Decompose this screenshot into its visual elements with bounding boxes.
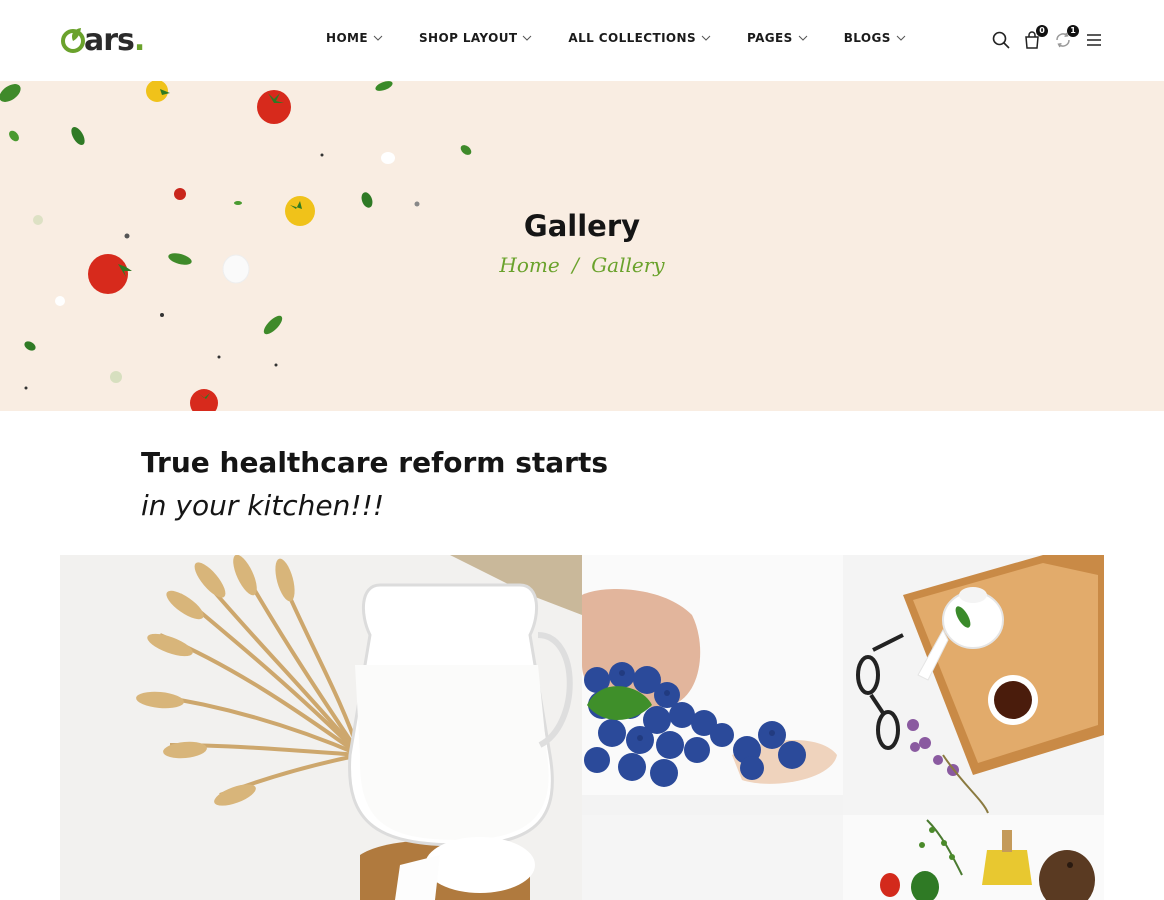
menu-button[interactable]	[1084, 30, 1104, 50]
gallery-image-olive-oil[interactable]	[582, 815, 1104, 900]
gallery-image-milk-jug[interactable]	[60, 555, 582, 900]
gallery-image-blueberries[interactable]	[582, 555, 843, 815]
page-hero-banner: Gallery Home / Gallery	[0, 81, 1164, 411]
nav-item-pages[interactable]: PAGES	[747, 31, 808, 45]
gallery-grid	[60, 555, 1104, 900]
nav-item-all-collections[interactable]: ALL COLLECTIONS	[568, 31, 711, 45]
breadcrumb-home-link[interactable]: Home	[499, 253, 559, 277]
nav-label: SHOP LAYOUT	[418, 31, 518, 45]
breadcrumb-current: Gallery	[591, 253, 665, 277]
compare-count-badge: 1	[1067, 25, 1079, 37]
tea-tray-photo	[843, 555, 1104, 815]
nav-label: BLOGS	[843, 31, 891, 45]
chevron-down-icon	[896, 35, 906, 41]
search-button[interactable]	[991, 30, 1011, 50]
nav-item-blogs[interactable]: BLOGS	[844, 31, 906, 45]
site-logo[interactable]: ars.	[60, 20, 145, 60]
header-actions: 0 1	[980, 25, 1104, 50]
gallery-image-tea-tray[interactable]	[843, 555, 1104, 815]
nav-label: PAGES	[747, 31, 793, 45]
breadcrumb-separator: /	[572, 253, 579, 277]
page-title: Gallery	[523, 209, 641, 243]
hamburger-menu-icon	[1087, 34, 1101, 46]
chevron-down-icon	[701, 35, 711, 41]
intro-heading: True healthcare reform starts	[141, 446, 609, 479]
intro-subheading: in your kitchen!!!	[141, 489, 385, 522]
decorative-produce-illustration	[0, 81, 472, 411]
olive-oil-herbs-photo	[582, 815, 1104, 900]
logo-text: ars.	[84, 22, 145, 58]
compare-button[interactable]: 1	[1053, 25, 1079, 50]
main-nav: HOME SHOP LAYOUT ALL COLLECTIONS PAGES B…	[326, 31, 942, 45]
cart-button[interactable]: 0	[1022, 25, 1048, 50]
nav-label: HOME	[326, 31, 368, 45]
site-header: ars. HOME SHOP LAYOUT ALL COLLECTIONS PA…	[0, 0, 1164, 82]
chevron-down-icon	[523, 35, 532, 41]
search-icon	[992, 31, 1010, 49]
nav-item-shop-layout[interactable]: SHOP LAYOUT	[419, 31, 532, 45]
milk-jug-wheat-photo	[60, 555, 582, 900]
breadcrumb: Home / Gallery	[0, 253, 1164, 277]
nav-item-home[interactable]: HOME	[326, 31, 383, 45]
nav-label: ALL COLLECTIONS	[568, 31, 697, 45]
cart-count-badge: 0	[1036, 25, 1048, 37]
blueberries-spoon-photo	[582, 555, 843, 815]
chevron-down-icon	[798, 35, 808, 41]
logo-leaf-icon	[61, 28, 85, 53]
chevron-down-icon	[373, 35, 383, 41]
